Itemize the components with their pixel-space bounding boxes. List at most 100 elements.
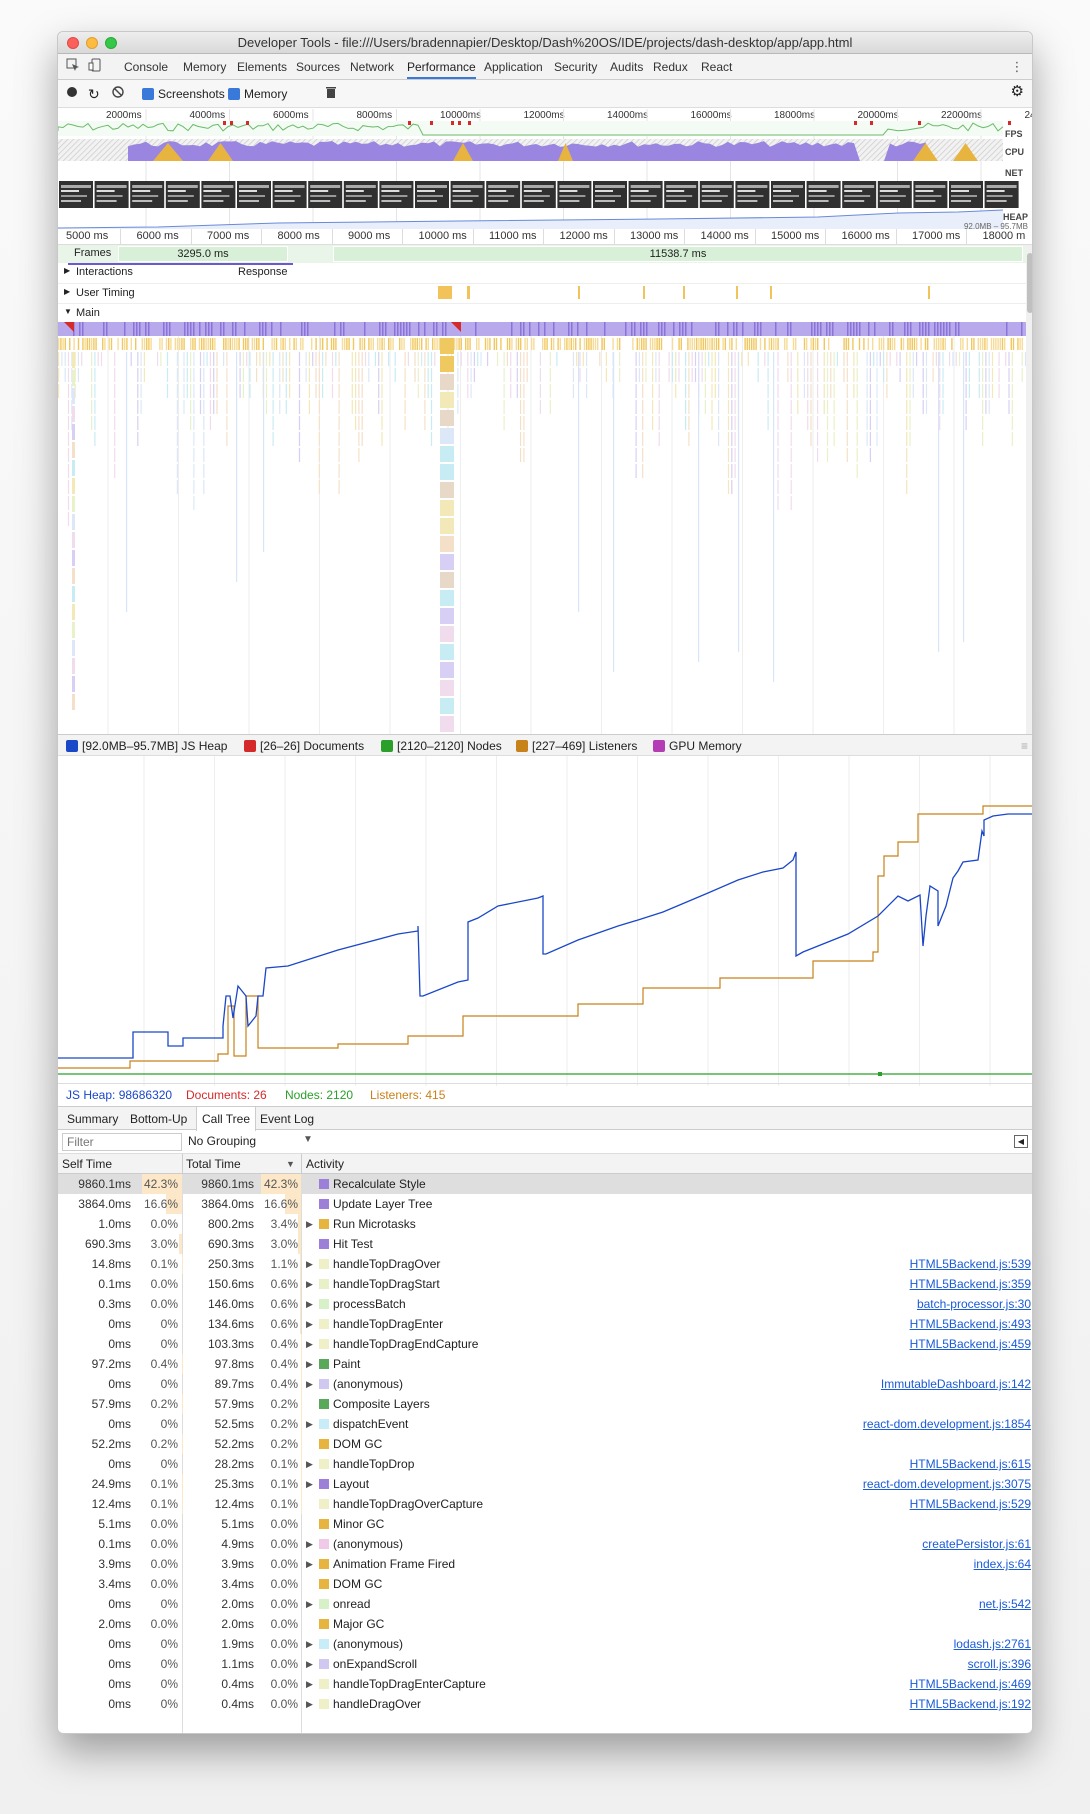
details-tab-event-log[interactable]: Event Log bbox=[255, 1107, 319, 1130]
flame-chart-block[interactable] bbox=[440, 554, 454, 570]
total-time-header[interactable]: Total Time bbox=[186, 1154, 286, 1174]
call-tree-row[interactable]: 9860.1ms 42.3% 9860.1ms 42.3% Recalculate St… bbox=[58, 1174, 1032, 1194]
trash-icon[interactable] bbox=[326, 85, 336, 103]
source-link[interactable]: react-dom.development.js:3075 bbox=[863, 1474, 1031, 1494]
flame-chart-block[interactable] bbox=[440, 716, 454, 732]
flame-chart-block[interactable] bbox=[440, 518, 454, 534]
flame-chart-block[interactable] bbox=[440, 662, 454, 678]
flame-chart-block[interactable] bbox=[440, 464, 454, 480]
call-tree-row[interactable]: 3.4ms 0.0% 3.4ms 0.0% DOM GC bbox=[58, 1574, 1032, 1594]
flame-chart-block[interactable] bbox=[440, 644, 454, 660]
screenshots-checkbox[interactable]: Screenshots bbox=[142, 85, 225, 103]
flame-chart-block[interactable] bbox=[440, 410, 454, 426]
user-timing-mark[interactable] bbox=[578, 286, 580, 299]
flame-chart-block[interactable] bbox=[440, 698, 454, 714]
flame-chart-block[interactable] bbox=[440, 536, 454, 552]
call-tree-row[interactable]: 1.0ms 0.0% 800.2ms 3.4% ▶ Run Microtasks bbox=[58, 1214, 1032, 1234]
self-time-header[interactable]: Self Time bbox=[62, 1154, 182, 1174]
grouping-select[interactable]: No Grouping ▼ bbox=[188, 1134, 313, 1148]
expand-arrow-icon[interactable]: ▶ bbox=[306, 1374, 313, 1394]
timeline-scrollbar[interactable] bbox=[1026, 245, 1032, 734]
settings-gear-icon[interactable]: ⚙ bbox=[1011, 83, 1024, 101]
source-link[interactable]: index.js:64 bbox=[974, 1554, 1031, 1574]
source-link[interactable]: react-dom.development.js:1854 bbox=[863, 1414, 1031, 1434]
expand-arrow-icon[interactable]: ▶ bbox=[306, 1474, 313, 1494]
main-track-header[interactable]: ▼ Main bbox=[58, 303, 1032, 321]
call-tree-row[interactable]: 0ms 0% 0.4ms 0.0% ▶ handleDragOver HTML5Backen… bbox=[58, 1694, 1032, 1714]
frames-track[interactable]: Frames 3295.0 ms 11538.7 ms bbox=[58, 245, 1032, 263]
tab-application[interactable]: Application bbox=[484, 54, 543, 79]
call-tree-row[interactable]: 57.9ms 0.2% 57.9ms 0.2% Composite Layers bbox=[58, 1394, 1032, 1414]
inspect-element-icon[interactable] bbox=[64, 58, 82, 76]
expand-arrow-icon[interactable]: ▶ bbox=[306, 1414, 313, 1434]
device-toolbar-icon[interactable] bbox=[86, 58, 104, 76]
call-tree-row[interactable]: 0ms 0% 89.7ms 0.4% ▶ (anonymous) ImmutableDash… bbox=[58, 1374, 1032, 1394]
source-link[interactable]: HTML5Backend.js:539 bbox=[910, 1254, 1031, 1274]
close-window-button[interactable] bbox=[67, 37, 79, 49]
source-link[interactable]: HTML5Backend.js:359 bbox=[910, 1274, 1031, 1294]
source-link[interactable]: HTML5Backend.js:459 bbox=[910, 1334, 1031, 1354]
user-timing-mark[interactable] bbox=[438, 286, 452, 299]
tab-security[interactable]: Security bbox=[554, 54, 597, 79]
call-tree-row[interactable]: 3.9ms 0.0% 3.9ms 0.0% ▶ Animation Frame Fired… bbox=[58, 1554, 1032, 1574]
overview-pane[interactable]: 2000ms 4000ms 6000ms 8000ms 10000ms 12000ms 14… bbox=[58, 109, 1032, 231]
call-tree-row[interactable]: 12.4ms 0.1% 12.4ms 0.1% handleTopDragOverCap… bbox=[58, 1494, 1032, 1514]
call-tree-row[interactable]: 0ms 0% 0.4ms 0.0% ▶ handleTopDragEnterCapture… bbox=[58, 1674, 1032, 1694]
memory-counter-graph[interactable] bbox=[58, 756, 1032, 1113]
tab-sources[interactable]: Sources bbox=[296, 54, 340, 79]
call-tree-row[interactable]: 97.2ms 0.4% 97.8ms 0.4% ▶ Paint bbox=[58, 1354, 1032, 1374]
call-tree-row[interactable]: 3864.0ms 16.6% 3864.0ms 16.6% Update Layer T… bbox=[58, 1194, 1032, 1214]
user-timing-mark[interactable] bbox=[770, 286, 772, 299]
expand-arrow-icon[interactable]: ▶ bbox=[306, 1274, 313, 1294]
nodes-counter-toggle[interactable]: [2120–2120] Nodes bbox=[381, 735, 502, 757]
expand-arrow-icon[interactable]: ▶ bbox=[306, 1454, 313, 1474]
tab-console[interactable]: Console bbox=[124, 54, 168, 79]
call-tree-row[interactable]: 52.2ms 0.2% 52.2ms 0.2% DOM GC bbox=[58, 1434, 1032, 1454]
call-tree-row[interactable]: 690.3ms 3.0% 690.3ms 3.0% Hit Test bbox=[58, 1234, 1032, 1254]
call-tree-row[interactable]: 24.9ms 0.1% 25.3ms 0.1% ▶ Layout react-dom.dev… bbox=[58, 1474, 1032, 1494]
tab-memory[interactable]: Memory bbox=[183, 54, 226, 79]
flame-chart-block[interactable] bbox=[440, 482, 454, 498]
user-timing-mark[interactable] bbox=[467, 286, 470, 299]
expand-arrow-icon[interactable]: ▶ bbox=[306, 1314, 313, 1334]
tab-redux[interactable]: Redux bbox=[653, 54, 688, 79]
expand-arrow-icon[interactable]: ▶ bbox=[306, 1654, 313, 1674]
call-tree-row[interactable]: 0ms 0% 134.6ms 0.6% ▶ handleTopDragEnter HTML5… bbox=[58, 1314, 1032, 1334]
call-tree-row[interactable]: 5.1ms 0.0% 5.1ms 0.0% Minor GC bbox=[58, 1514, 1032, 1534]
tab-react[interactable]: React bbox=[701, 54, 732, 79]
tab-audits[interactable]: Audits bbox=[610, 54, 643, 79]
call-tree-row[interactable]: 0ms 0% 103.3ms 0.4% ▶ handleTopDragEndCapture… bbox=[58, 1334, 1032, 1354]
expand-arrow-icon[interactable]: ▶ bbox=[306, 1694, 313, 1714]
filter-input[interactable] bbox=[62, 1133, 182, 1151]
flame-chart-block[interactable] bbox=[440, 446, 454, 462]
expand-arrow-icon[interactable]: ▶ bbox=[306, 1674, 313, 1694]
flame-chart-block[interactable] bbox=[440, 626, 454, 642]
flame-chart-block[interactable] bbox=[440, 374, 454, 390]
call-tree-row[interactable]: 14.8ms 0.1% 250.3ms 1.1% ▶ handleTopDragOver H… bbox=[58, 1254, 1032, 1274]
minimize-window-button[interactable] bbox=[86, 37, 98, 49]
expand-arrow-icon[interactable]: ▶ bbox=[306, 1554, 313, 1574]
source-link[interactable]: batch-processor.js:30 bbox=[917, 1294, 1031, 1314]
source-link[interactable]: net.js:542 bbox=[979, 1594, 1031, 1614]
source-link[interactable]: HTML5Backend.js:192 bbox=[910, 1694, 1031, 1714]
activity-header[interactable]: Activity bbox=[306, 1154, 344, 1174]
details-tab-bottom-up[interactable]: Bottom-Up bbox=[125, 1107, 192, 1130]
tab-performance[interactable]: Performance bbox=[407, 54, 476, 79]
collapse-arrow-icon[interactable]: ▼ bbox=[64, 307, 72, 316]
source-link[interactable]: HTML5Backend.js:529 bbox=[910, 1494, 1031, 1514]
flame-chart-block[interactable] bbox=[440, 428, 454, 444]
frame-block-2[interactable]: 11538.7 ms bbox=[333, 246, 1023, 262]
zoom-window-button[interactable] bbox=[105, 37, 117, 49]
interactions-track[interactable]: ▶ Interactions Response bbox=[58, 263, 1032, 281]
call-tree-row[interactable]: 0ms 0% 1.1ms 0.0% ▶ onExpandScroll scroll.js:3… bbox=[58, 1654, 1032, 1674]
call-tree-row[interactable]: 0.1ms 0.0% 4.9ms 0.0% ▶ (anonymous) createPers… bbox=[58, 1534, 1032, 1554]
call-tree-row[interactable]: 0ms 0% 2.0ms 0.0% ▶ onread net.js:542 bbox=[58, 1594, 1032, 1614]
flame-chart-block[interactable] bbox=[440, 500, 454, 516]
user-timing-mark[interactable] bbox=[736, 286, 738, 299]
flame-chart-block[interactable] bbox=[440, 392, 454, 408]
tab-network[interactable]: Network bbox=[350, 54, 394, 79]
flame-chart-block[interactable] bbox=[440, 680, 454, 696]
documents-counter-toggle[interactable]: [26–26] Documents bbox=[244, 735, 364, 757]
resize-handle-icon[interactable]: ≡ bbox=[1021, 735, 1028, 757]
listeners-counter-toggle[interactable]: [227–469] Listeners bbox=[516, 735, 637, 757]
